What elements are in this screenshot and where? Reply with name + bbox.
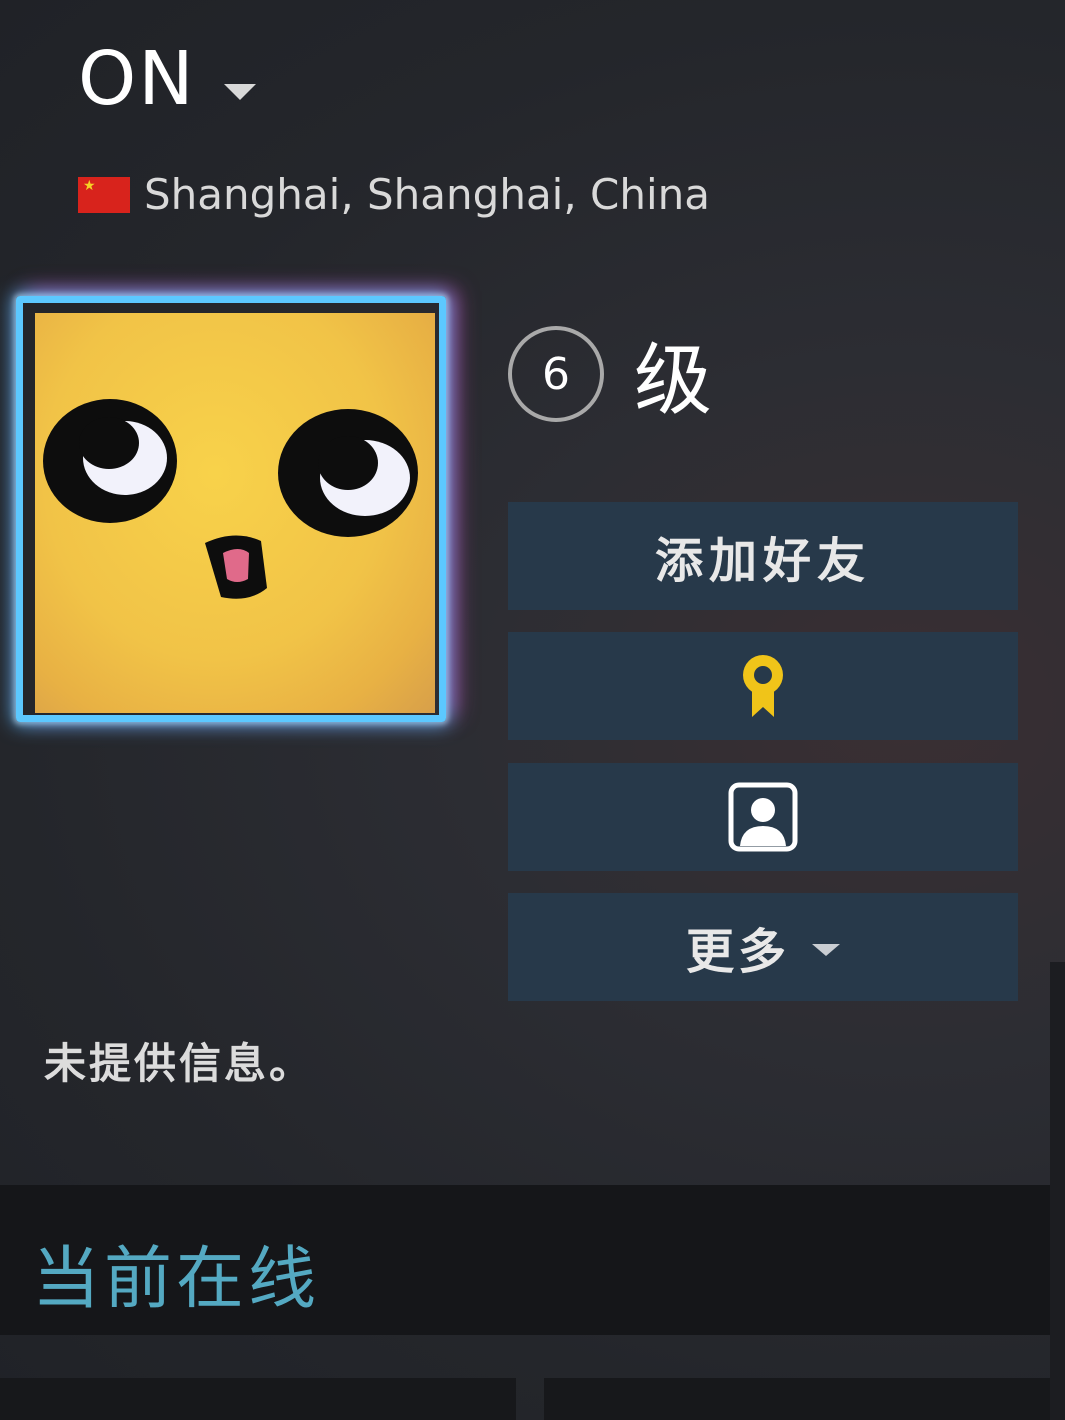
award-ribbon-icon bbox=[743, 655, 783, 717]
avatar-button[interactable] bbox=[508, 763, 1018, 871]
online-status-text: 当前在线 bbox=[32, 1240, 321, 1319]
level-label: 级 bbox=[634, 336, 713, 426]
avatar bbox=[35, 313, 435, 713]
add-friend-button[interactable]: 添加好友 bbox=[508, 502, 1018, 610]
profile-header: ON ★ Shanghai, Shanghai, China 6 级 添加好友 bbox=[0, 0, 1065, 1185]
level-badge[interactable]: 6 bbox=[508, 326, 604, 422]
more-label: 更多 bbox=[685, 924, 790, 980]
scrollbar[interactable] bbox=[1050, 962, 1065, 1420]
persona-name-row[interactable]: ON bbox=[78, 42, 256, 116]
level-number: 6 bbox=[542, 348, 570, 400]
online-status-bar: 当前在线 bbox=[0, 1185, 1065, 1335]
level-row[interactable]: 6 级 bbox=[508, 318, 712, 430]
bottom-panel-right bbox=[544, 1378, 1050, 1420]
chevron-down-icon[interactable] bbox=[223, 84, 256, 100]
award-button[interactable] bbox=[508, 632, 1018, 740]
chevron-down-icon bbox=[812, 944, 840, 956]
more-button[interactable]: 更多 bbox=[508, 893, 1018, 1001]
user-avatar-icon bbox=[728, 782, 798, 852]
profile-summary: 未提供信息。 bbox=[44, 1039, 315, 1088]
add-friend-label: 添加好友 bbox=[654, 533, 871, 589]
china-flag-icon: ★ bbox=[78, 176, 130, 213]
avatar-face-image bbox=[43, 399, 418, 599]
location: ★ Shanghai, Shanghai, China bbox=[78, 170, 710, 219]
bottom-panel-left bbox=[0, 1378, 516, 1420]
avatar-frame bbox=[16, 296, 446, 722]
persona-name[interactable]: ON bbox=[78, 42, 196, 116]
location-text: Shanghai, Shanghai, China bbox=[144, 170, 711, 219]
